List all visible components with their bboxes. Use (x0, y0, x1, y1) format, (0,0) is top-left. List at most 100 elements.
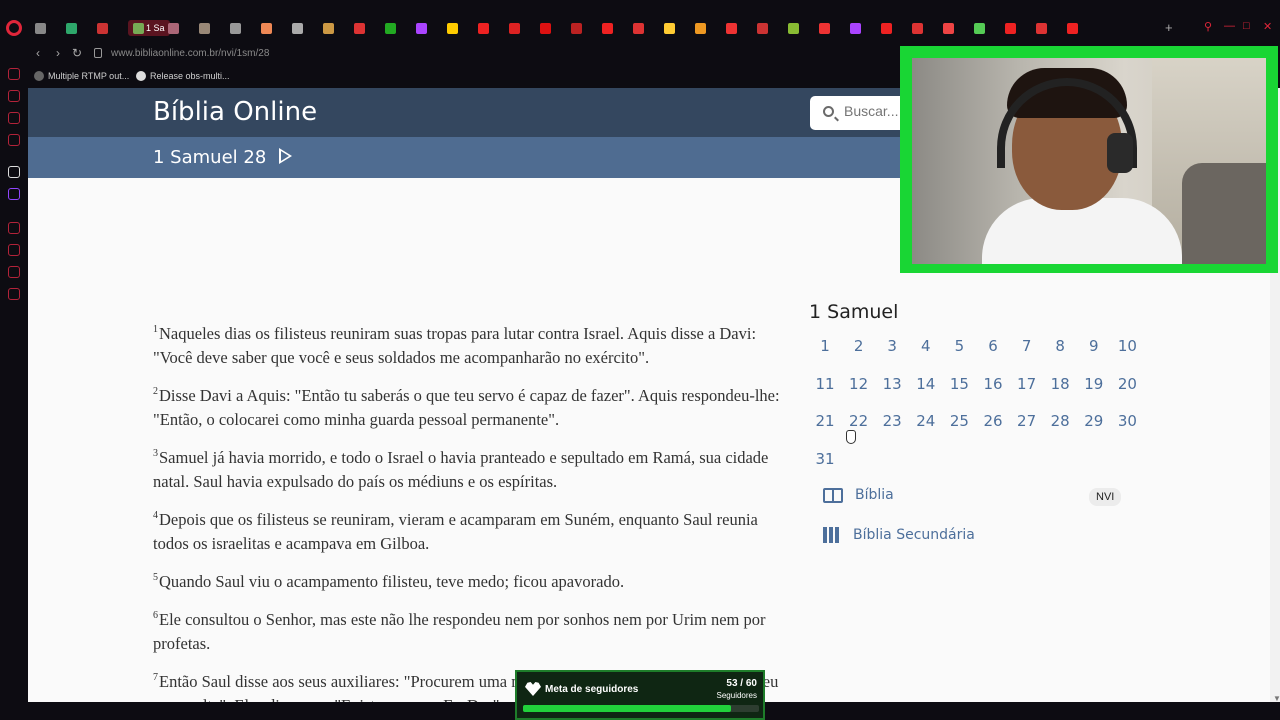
chapter-link[interactable]: 16 (977, 375, 1009, 393)
verse-text: Quando Saul viu o acampamento filisteu, … (159, 572, 625, 591)
sidebar-settings-icon[interactable] (8, 288, 20, 300)
chapter-link[interactable]: 31 (809, 450, 841, 468)
sidebar-extensions-icon[interactable] (8, 266, 20, 278)
tab-item[interactable] (478, 20, 489, 36)
tab-item[interactable] (168, 20, 179, 36)
chapter-link[interactable]: 18 (1044, 375, 1076, 393)
tab-item[interactable] (540, 20, 551, 36)
opera-logo-icon[interactable] (6, 20, 22, 36)
chapter-link[interactable]: 24 (910, 412, 942, 430)
tab-item[interactable] (819, 20, 830, 36)
sidebar-arrow-icon[interactable] (8, 166, 20, 178)
sidebar-twitch-icon[interactable] (8, 188, 20, 200)
chapter-link[interactable]: 3 (876, 337, 908, 355)
sidebar-history-icon[interactable] (8, 244, 20, 256)
chapter-link[interactable]: 27 (1011, 412, 1043, 430)
chapter-link[interactable]: 7 (1011, 337, 1043, 355)
chapter-link[interactable]: 12 (843, 375, 875, 393)
chapter-link[interactable]: 14 (910, 375, 942, 393)
chapter-link[interactable]: 20 (1111, 375, 1143, 393)
bookmark-item[interactable]: Release obs-multi... (136, 71, 230, 81)
bible-link[interactable]: Bíblia (823, 487, 894, 503)
tab-item[interactable] (97, 20, 108, 36)
chapter-link[interactable]: 10 (1111, 337, 1143, 355)
tab-item[interactable] (385, 20, 396, 36)
chapter-link[interactable]: 29 (1078, 412, 1110, 430)
chapter-link[interactable]: 21 (809, 412, 841, 430)
tab-item[interactable] (571, 20, 582, 36)
tab-item[interactable] (199, 20, 210, 36)
tab-item[interactable] (943, 20, 954, 36)
minimize-icon[interactable]: — (1224, 20, 1235, 32)
tab-item[interactable] (416, 20, 427, 36)
forward-icon[interactable]: › (56, 46, 60, 60)
chapter-link[interactable]: 25 (943, 412, 975, 430)
tab-item[interactable] (757, 20, 768, 36)
tab-item[interactable] (261, 20, 272, 36)
chapter-link[interactable]: 11 (809, 375, 841, 393)
chapter-link[interactable]: 28 (1044, 412, 1076, 430)
chapter-link[interactable]: 1 (809, 337, 841, 355)
tab-item[interactable] (726, 20, 737, 36)
tab-item[interactable] (1067, 20, 1078, 36)
new-tab-button[interactable]: + (1165, 20, 1173, 35)
tab-item[interactable] (633, 20, 644, 36)
tab-item[interactable] (881, 20, 892, 36)
tab-item[interactable] (912, 20, 923, 36)
sidebar-messenger-icon[interactable] (8, 112, 20, 124)
chapter-link[interactable]: 13 (876, 375, 908, 393)
tab-item[interactable] (788, 20, 799, 36)
tab-favicon-icon (66, 22, 77, 34)
version-badge[interactable]: NVI (1089, 488, 1122, 506)
chapter-link[interactable]: 23 (876, 412, 908, 430)
tab-item[interactable] (354, 20, 365, 36)
reload-icon[interactable]: ↻ (72, 46, 82, 60)
chapter-link[interactable]: 4 (910, 337, 942, 355)
goal-count: 53 / 60 (726, 678, 757, 689)
chapter-link[interactable]: 8 (1044, 337, 1076, 355)
sidebar-play-icon[interactable] (8, 222, 20, 234)
chapter-link[interactable]: 22 (843, 412, 875, 430)
close-icon[interactable]: ✕ (1263, 20, 1272, 33)
tab-item[interactable] (664, 20, 675, 36)
site-title[interactable]: Bíblia Online (153, 97, 317, 127)
tab-item[interactable] (1005, 20, 1016, 36)
chapter-link[interactable]: 2 (843, 337, 875, 355)
chapter-link[interactable]: 17 (1011, 375, 1043, 393)
chapter-link[interactable]: 6 (977, 337, 1009, 355)
sidebar-bag-icon[interactable] (8, 90, 20, 102)
tab-active[interactable]: 1 Sa (128, 20, 170, 36)
maximize-icon[interactable]: □ (1243, 20, 1250, 32)
chapter-link[interactable]: 26 (977, 412, 1009, 430)
chapter-link[interactable]: 30 (1111, 412, 1143, 430)
tab-item[interactable] (1036, 20, 1047, 36)
tab-item[interactable] (509, 20, 520, 36)
bookmark-item[interactable]: Multiple RTMP out... (34, 71, 129, 81)
tab-item[interactable] (974, 20, 985, 36)
secondary-bible-link[interactable]: Bíblia Secundária (823, 527, 975, 543)
search-icon (823, 106, 834, 117)
tab-item[interactable] (602, 20, 613, 36)
chapter-link[interactable]: 9 (1078, 337, 1110, 355)
tab-item[interactable] (66, 20, 77, 36)
sidebar-refresh-icon[interactable] (8, 68, 20, 80)
url-field[interactable]: www.bibliaonline.com.br/nvi/1sm/28 (111, 48, 269, 59)
play-audio-icon[interactable] (279, 148, 292, 164)
chapter-link[interactable]: 19 (1078, 375, 1110, 393)
sidebar-music-icon[interactable] (8, 134, 20, 146)
browser-sidebar (0, 44, 28, 720)
tab-item[interactable] (695, 20, 706, 36)
tab-item[interactable] (230, 20, 241, 36)
chapter-link[interactable]: 5 (943, 337, 975, 355)
tab-item[interactable] (323, 20, 334, 36)
verse-number: 3 (153, 448, 158, 459)
tab-favicon-icon (819, 22, 830, 34)
back-icon[interactable]: ‹ (36, 46, 40, 60)
tab-item[interactable] (35, 20, 46, 36)
search-tabs-icon[interactable]: ⚲ (1204, 20, 1212, 33)
tab-item[interactable] (292, 20, 303, 36)
tab-item[interactable] (850, 20, 861, 36)
chapter-link[interactable]: 15 (943, 375, 975, 393)
verse: 2Disse Davi a Aquis: "Então tu saberás o… (153, 380, 783, 432)
tab-item[interactable] (447, 20, 458, 36)
